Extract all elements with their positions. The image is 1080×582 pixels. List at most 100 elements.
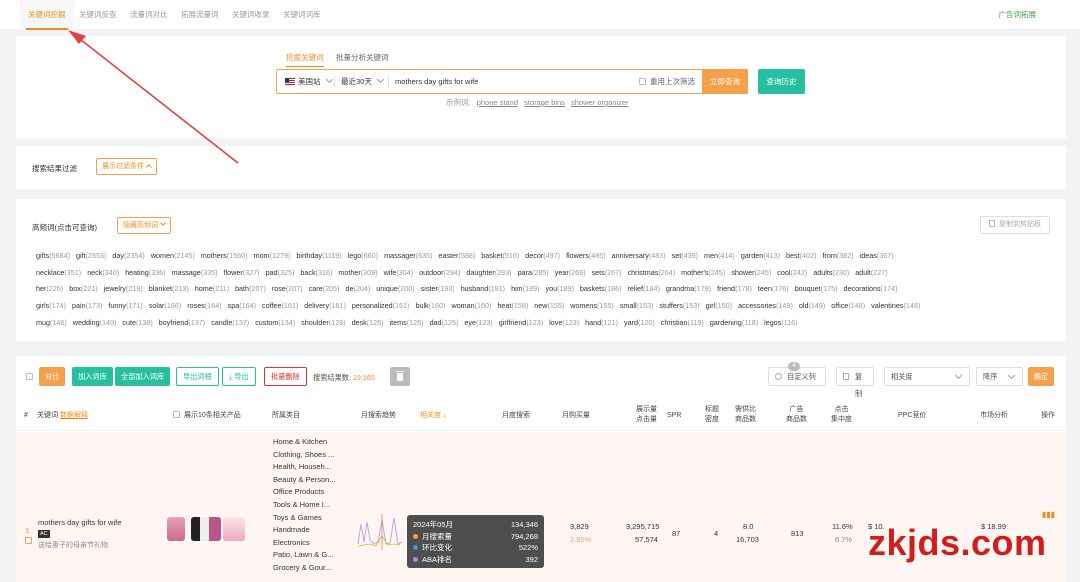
keyword-chip[interactable]: sister(193)	[421, 284, 455, 293]
keyword-chip[interactable]: mother's(245)	[681, 268, 725, 277]
example-link[interactable]: shower organizer	[571, 98, 629, 107]
period-select[interactable]: 最近30天	[341, 70, 384, 93]
keyword-chip[interactable]: sets(267)	[592, 268, 622, 277]
keyword-chip[interactable]: old(149)	[799, 301, 825, 310]
keyword-chip[interactable]: easter(588)	[438, 251, 475, 260]
keyword-chip[interactable]: mom(1279)	[254, 251, 291, 260]
keyword-chip[interactable]: christian(119)	[661, 318, 704, 327]
keyword-chip[interactable]: de(204)	[345, 284, 370, 293]
select-all-checkbox[interactable]	[26, 373, 33, 380]
keyword-chip[interactable]: pain(173)	[72, 301, 102, 310]
keyword-chip[interactable]: cute(138)	[122, 318, 152, 327]
tab-mine-keywords[interactable]: 挖掘关键词	[286, 52, 324, 67]
keyword-chip[interactable]: heat(158)	[497, 301, 528, 310]
add-all-button[interactable]: 全部加入词库	[115, 367, 171, 386]
product-thumbnail[interactable]	[223, 517, 245, 541]
copy-to-clipboard-button[interactable]: 复制到剪贴板	[980, 216, 1050, 234]
keyword-chip[interactable]: flower(327)	[224, 268, 260, 277]
keyword-chip[interactable]: para(285)	[518, 268, 549, 277]
keyword-chip[interactable]: jewelry(219)	[104, 284, 143, 293]
keyword-chip[interactable]: new(155)	[534, 301, 564, 310]
keyword-chip[interactable]: items(126)	[390, 318, 424, 327]
example-link[interactable]: phone stand	[477, 98, 518, 107]
bar-chart-icon[interactable]: ▮▮▮	[1042, 510, 1055, 519]
keyword-chip[interactable]: christmas(264)	[628, 268, 676, 277]
show-filter-button[interactable]: 展示过滤条件	[96, 158, 157, 175]
keyword-chip[interactable]: valentines(148)	[871, 301, 920, 310]
trash-icon[interactable]	[390, 367, 410, 386]
tab-traffic-compare[interactable]: 流量词对比	[122, 0, 176, 30]
keyword-chip[interactable]: adults(230)	[813, 268, 849, 277]
tab-keyword-reverse[interactable]: 关键词反查	[71, 0, 125, 30]
export-root-button[interactable]: 导出词根	[176, 367, 219, 386]
keyword-chip[interactable]: eye(123)	[464, 318, 492, 327]
keyword-chip[interactable]: delivery(161)	[304, 301, 346, 310]
keyword-chip[interactable]: yard(120)	[624, 318, 655, 327]
keyword-chip[interactable]: neck(340)	[87, 268, 119, 277]
keyword-chip[interactable]: boyfriend(137)	[159, 318, 205, 327]
row-keyword[interactable]: mothers day gifts for wife	[38, 518, 121, 527]
keyword-chip[interactable]: outdoor(294)	[419, 268, 460, 277]
keyword-chip[interactable]: heating(336)	[125, 268, 165, 277]
keyword-chip[interactable]: hand(121)	[585, 318, 618, 327]
keyword-chip[interactable]: grandma(179)	[666, 284, 711, 293]
keyword-chip[interactable]: garden(413)	[741, 251, 780, 260]
history-button[interactable]: 查询历史	[758, 69, 805, 94]
keyword-chip[interactable]: gardening(118)	[710, 318, 758, 327]
keyword-chip[interactable]: teen(176)	[758, 284, 789, 293]
keyword-chip[interactable]: her(225)	[36, 284, 63, 293]
keyword-chip[interactable]: baskets(186)	[580, 284, 622, 293]
col-show-products[interactable]: 展示10条相关产品	[173, 411, 241, 421]
keyword-chip[interactable]: bouquet(175)	[795, 284, 838, 293]
tab-expand-traffic[interactable]: 拓展流量词	[173, 0, 227, 30]
keyword-chip[interactable]: year(269)	[555, 268, 586, 277]
search-trend-sparkline[interactable]	[356, 514, 406, 550]
tab-batch-analyze[interactable]: 批量分析关键词	[336, 52, 389, 63]
sort-order-select[interactable]: 降序	[976, 367, 1023, 386]
product-thumbnail[interactable]	[191, 517, 221, 541]
keyword-chip[interactable]: girlfriend(123)	[499, 318, 543, 327]
keyword-chip[interactable]: girls(174)	[36, 301, 66, 310]
search-input[interactable]: mothers day gifts for wife	[395, 70, 478, 93]
keyword-chip[interactable]: care(205)	[309, 284, 340, 293]
keyword-chip[interactable]: massager(635)	[384, 251, 432, 260]
keyword-chip[interactable]: dad(125)	[430, 318, 459, 327]
keyword-chip[interactable]: gift(2553)	[76, 251, 106, 260]
ad-keyword-link[interactable]: 广告词拓展	[999, 0, 1037, 30]
tab-keyword-mining[interactable]: 关键词挖掘	[20, 0, 74, 30]
keyword-chip[interactable]: cool(242)	[777, 268, 807, 277]
keyword-chip[interactable]: gifts(5684)	[36, 251, 70, 260]
keyword-chip[interactable]: candle(137)	[211, 318, 249, 327]
keyword-chip[interactable]: small(153)	[620, 301, 654, 310]
keyword-chip[interactable]: men(414)	[704, 251, 735, 260]
copy-button[interactable]: 复制	[836, 367, 874, 398]
col-relevance[interactable]: 相关度 ↓	[420, 411, 446, 421]
keyword-chip[interactable]: women(2145)	[151, 251, 195, 260]
keyword-chip[interactable]: girl(150)	[706, 301, 732, 310]
row-checkbox[interactable]	[25, 537, 32, 544]
keyword-chip[interactable]: bath(207)	[235, 284, 266, 293]
keyword-chip[interactable]: roses(164)	[187, 301, 221, 310]
keyword-chip[interactable]: shoulder(128)	[301, 318, 345, 327]
keyword-chip[interactable]: custom(134)	[255, 318, 295, 327]
batch-delete-button[interactable]: 批量删除	[264, 367, 307, 386]
keyword-chip[interactable]: love(123)	[549, 318, 579, 327]
keyword-chip[interactable]: birthday(1119)	[296, 251, 341, 260]
keyword-chip[interactable]: desk(126)	[352, 318, 384, 327]
keyword-chip[interactable]: shower(245)	[731, 268, 771, 277]
keyword-chip[interactable]: from(382)	[822, 251, 853, 260]
data-explain-link[interactable]: 数据解释	[60, 412, 88, 419]
keyword-chip[interactable]: rose(207)	[272, 284, 303, 293]
keyword-chip[interactable]: you(189)	[545, 284, 573, 293]
add-to-library-button[interactable]: 加入词库	[72, 367, 113, 386]
keyword-chip[interactable]: home(211)	[195, 284, 229, 293]
keyword-chip[interactable]: set(439)	[672, 251, 698, 260]
keyword-chip[interactable]: mug(146)	[36, 318, 67, 327]
keyword-chip[interactable]: coffee(161)	[262, 301, 298, 310]
tab-keyword-indexed[interactable]: 关键词收录	[224, 0, 278, 30]
keyword-chip[interactable]: unique(200)	[376, 284, 414, 293]
keyword-chip[interactable]: basket(516)	[481, 251, 519, 260]
keyword-chip[interactable]: bulk(160)	[415, 301, 445, 310]
sort-field-select[interactable]: 相关度	[884, 367, 970, 386]
compare-button[interactable]: 对比	[39, 367, 66, 386]
